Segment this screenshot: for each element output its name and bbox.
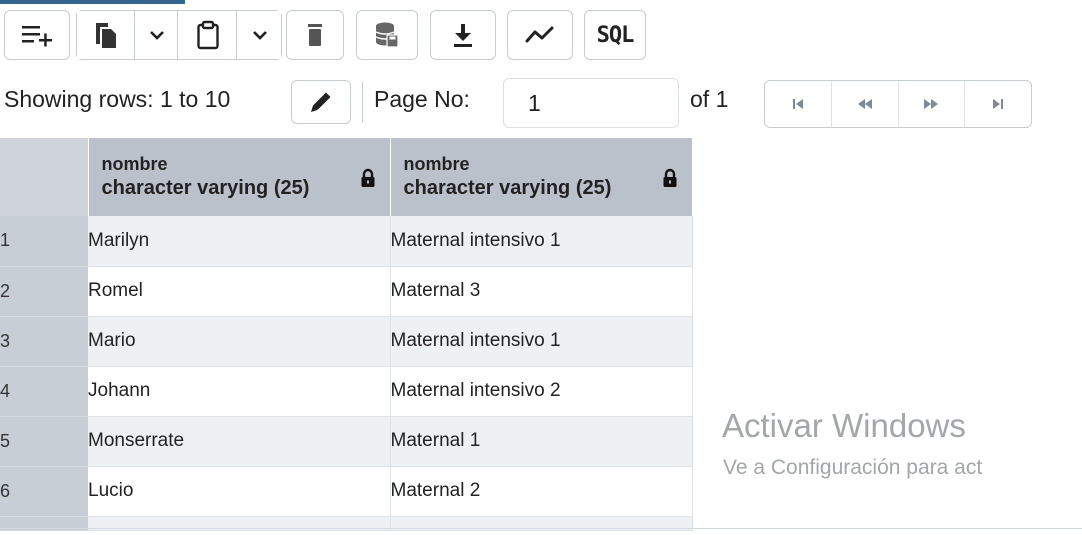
row-number[interactable]: 5 [0, 416, 88, 467]
lock-icon [361, 168, 374, 187]
column-name: nombre [101, 154, 168, 174]
table-cell[interactable]: Monserrate [88, 416, 391, 467]
copy-icon [95, 23, 116, 48]
sql-button-label: SQL [596, 22, 635, 48]
next-page-button[interactable] [899, 81, 966, 127]
column-name: nombre [403, 154, 470, 174]
row-number[interactable]: 3 [0, 316, 88, 367]
last-page-icon [993, 99, 1004, 109]
last-page-button[interactable] [965, 81, 1031, 127]
windows-activation-subtitle: Ve a Configuración para act [723, 456, 983, 479]
row-number[interactable]: 1 [0, 216, 88, 267]
row-number[interactable]: 6 [0, 466, 88, 517]
paste-options-dropdown[interactable] [238, 11, 281, 59]
row-number[interactable]: 4 [0, 366, 88, 417]
pagination-bar: Showing rows: 1 to 10 Page No: 1 of 1 [0, 74, 1082, 130]
page-number-label: Page No: [374, 86, 470, 112]
table-cell[interactable]: Mario [88, 316, 391, 367]
clipboard-icon [196, 20, 219, 50]
table-row[interactable]: 5 Monserrate Maternal 1 [0, 416, 693, 467]
copy-button[interactable] [77, 11, 135, 59]
grid-bottom-border [0, 528, 1082, 529]
add-row-icon [22, 26, 52, 47]
row-number-header[interactable] [0, 138, 89, 216]
table-cell[interactable]: Maternal intensivo 1 [390, 316, 693, 367]
chevron-down-icon [149, 31, 164, 40]
delete-row-button[interactable] [286, 10, 344, 60]
table-cell[interactable]: Lucio [88, 466, 391, 517]
download-button[interactable] [430, 10, 496, 60]
results-grid: nombre character varying (25) nombre cha… [0, 138, 693, 531]
table-cell[interactable]: Maternal intensivo 1 [390, 216, 693, 267]
database-save-icon [375, 22, 399, 48]
table-cell[interactable]: Romel [88, 266, 391, 317]
edit-rows-button[interactable] [291, 80, 351, 124]
pencil-icon [311, 92, 331, 112]
table-cell[interactable]: Maternal intensivo 2 [390, 366, 693, 417]
table-row[interactable]: 1 Marilyn Maternal intensivo 1 [0, 216, 693, 267]
row-number[interactable]: 2 [0, 266, 88, 317]
table-cell[interactable]: Maternal 3 [390, 266, 693, 317]
table-row[interactable]: 2 Romel Maternal 3 [0, 266, 693, 317]
query-toolbar: SQL [0, 10, 1082, 62]
column-header[interactable]: nombre character varying (25) [88, 138, 391, 216]
add-row-button[interactable] [4, 10, 70, 60]
page-navigation [764, 80, 1032, 128]
first-page-icon [792, 99, 803, 109]
table-row[interactable]: 3 Mario Maternal intensivo 1 [0, 316, 693, 367]
view-sql-button[interactable]: SQL [584, 10, 646, 60]
trash-icon [308, 24, 322, 46]
column-header[interactable]: nombre character varying (25) [390, 138, 693, 216]
column-type: character varying (25) [101, 177, 310, 199]
windows-activation-title: Activar Windows [722, 407, 966, 444]
page-number-input[interactable]: 1 [503, 78, 679, 128]
table-row[interactable]: 4 Johann Maternal intensivo 2 [0, 366, 693, 417]
rewind-icon [857, 99, 872, 109]
active-tab-indicator [0, 0, 185, 4]
line-chart-icon [525, 26, 554, 43]
table-cell[interactable]: Johann [88, 366, 391, 417]
fast-forward-icon [924, 99, 939, 109]
rows-range-label: Showing rows: 1 to 10 [4, 86, 231, 112]
paste-button[interactable] [179, 11, 237, 59]
chevron-down-icon [252, 31, 267, 40]
graph-visualiser-button[interactable] [507, 10, 573, 60]
table-cell[interactable]: Maternal 1 [390, 416, 693, 467]
copy-options-dropdown[interactable] [136, 11, 178, 59]
first-page-button[interactable] [765, 81, 832, 127]
download-icon [454, 24, 472, 47]
column-type: character varying (25) [403, 177, 612, 199]
table-cell[interactable]: Maternal 2 [390, 466, 693, 517]
table-row[interactable]: 6 Lucio Maternal 2 [0, 466, 693, 517]
lock-icon [663, 168, 676, 187]
previous-page-button[interactable] [832, 81, 899, 127]
table-cell[interactable]: Marilyn [88, 216, 391, 267]
pager-divider [362, 82, 363, 122]
save-data-button[interactable] [356, 10, 418, 60]
page-total-label: of 1 [690, 86, 729, 112]
